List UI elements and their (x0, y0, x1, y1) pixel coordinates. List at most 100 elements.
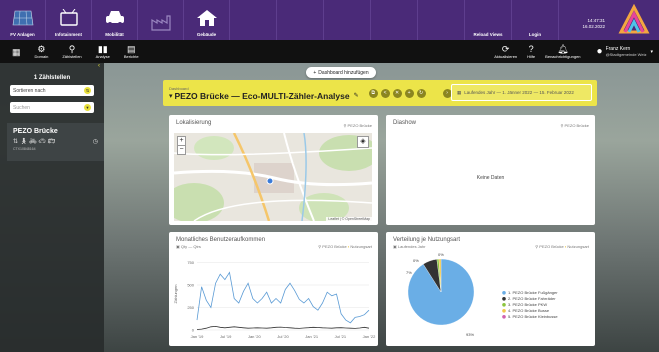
domain-button[interactable]: ⚙ Domain (35, 44, 49, 59)
clock-icon: ◷ (92, 139, 98, 145)
clock-date: 16.02.2022 (582, 24, 605, 29)
toolbar-label: Benachrichtigungen (545, 54, 581, 59)
monthly-chart-panel: Monatliches Benutzeraufkommen ▣ Qty — Qt… (169, 232, 378, 346)
login-button[interactable]: Login (512, 0, 559, 40)
nav-gebaeude[interactable]: Gebäude (184, 0, 230, 40)
map-attribution: Leaflet | © OpenStreetMap (326, 217, 372, 221)
add-widget-icon[interactable]: + (404, 88, 414, 98)
legend-label: 1. PEZO Brücke Fußgänger (508, 290, 558, 295)
panel-title: Diashow (393, 120, 417, 126)
nav-industrie[interactable] (138, 0, 184, 40)
search-placeholder: Suchen (13, 104, 30, 111)
bell-icon: 🔔︎ (557, 44, 569, 54)
dashboard-tools: ⧉ < ✕ + ↻ › (368, 88, 455, 98)
nav-cell (230, 0, 277, 40)
pie-label: 7% (406, 270, 412, 275)
copy-icon[interactable]: ⧉ (368, 88, 378, 98)
user-menu[interactable]: ● Franz Kern @Stadtgemeinde Weiz ▾ (597, 46, 653, 57)
document-icon: ▤ (126, 44, 136, 54)
diashow-panel: Diashow ⚲ PEZO Brücke Keine Daten (386, 115, 595, 225)
zoom-out-button[interactable]: − (178, 145, 185, 154)
top-nav: FV Anlagen Infotainment Mobilität Gebäud… (0, 0, 659, 40)
panel-tag-text: PEZO Brücke (322, 244, 347, 249)
help-button[interactable]: ? Hilfe (527, 44, 535, 59)
panel-tag: ⚲ PEZO Brücke (343, 123, 373, 128)
toolbar-label: Hilfe (527, 54, 536, 59)
delete-icon[interactable]: ✕ (392, 88, 402, 98)
pie-label: 0% (438, 252, 444, 257)
x-tick-label: Jan '19 (191, 334, 205, 339)
counter-card[interactable]: PEZO Brücke ⇅ 🚶︎ 🚲︎ 🚗︎ 🚌︎ ◷ CTX10848164 (7, 123, 104, 161)
zoom-in-button[interactable]: + (178, 137, 185, 145)
panel-tag-text: PEZO Brücke (539, 244, 564, 249)
mode-icons: ⇅ 🚶︎ 🚲︎ 🚗︎ 🚌︎ (13, 139, 56, 145)
toolbar-label: Aktualisieren (494, 54, 518, 59)
reload-views-button[interactable]: Reload Views (465, 0, 512, 40)
x-tick-label: Jul '19 (220, 334, 232, 339)
legend-swatch (502, 297, 506, 301)
legend-swatch (502, 303, 506, 307)
notifications-button[interactable]: 🔔︎ Benachrichtigungen (545, 44, 580, 59)
apps-button[interactable]: ▦ (12, 47, 21, 57)
sort-icon: ⇅ (84, 87, 91, 94)
share-icon[interactable]: < (380, 88, 390, 98)
search-input[interactable]: Suchen ▼ (10, 102, 94, 113)
berichte-button[interactable]: ▤ Berichte (124, 44, 139, 59)
layers-icon[interactable]: ◈ (357, 136, 369, 148)
chevron-down-icon[interactable]: ▾ (169, 92, 173, 100)
building-icon (196, 8, 218, 28)
series-line-2 (196, 325, 370, 330)
panel-tag: ⚲ PEZO Brücke ▪ Nutzungsart (318, 244, 372, 249)
refresh-icon: ⟳ (501, 44, 510, 54)
panel-tag: ⚲ PEZO Brücke (560, 123, 590, 128)
sidebar: ‹ 1 Zählstellen Sortieren nach ⇅ Suchen … (0, 63, 104, 352)
sidebar-title: 1 Zählstellen (33, 75, 71, 81)
apps-grid-icon: ▦ (12, 46, 21, 57)
legend-swatch (502, 315, 506, 319)
toolbar-label: Zählstellen (62, 54, 82, 59)
add-dashboard-button[interactable]: + Dashboard hinzufügen (306, 67, 376, 78)
panel-subtitle: ▣ Qty — Qtrs (176, 244, 201, 249)
legend-label: 2. PEZO Brücke Fahrräder (508, 296, 556, 301)
panel-title: Monatliches Benutzeraufkommen (176, 237, 266, 243)
line-chart: 0 250 500 750 Zählungen Jan '19 Jul '19 Jan '20… (173, 260, 376, 339)
nav-cell (418, 0, 465, 40)
car-icon (104, 8, 126, 28)
domain-icon: ⚙ (37, 44, 46, 54)
nav-spacer: Reload Views Login (230, 0, 561, 40)
map-view[interactable]: + − ◈ Leaflet | © OpenStreetMap (174, 133, 372, 221)
x-tick-label: Jul '20 (277, 334, 289, 339)
nav-infotainment[interactable]: Infotainment (46, 0, 92, 40)
zaehlstellen-button[interactable]: ⚲ Zählstellen (62, 44, 81, 59)
distribution-panel: Verteilung je Nutzungsart ▣ Laufendes Ja… (386, 232, 595, 346)
toolbar-label: Analyse (95, 54, 110, 59)
map-zoom-controls: + − (177, 136, 186, 155)
y-tick-label: 500 (187, 283, 194, 288)
panel-subtitle-text: Qty — Qtrs (180, 244, 201, 249)
chevron-down-icon: ▾ (650, 48, 653, 55)
plus-icon: + (313, 69, 317, 76)
date-range-picker[interactable]: ▦ Laufendes Jahr — 1. Jänner 2022 — 15. … (451, 84, 592, 101)
legend-label: 3. PEZO Brücke PKW (508, 302, 547, 307)
panel-tag-text: Nutzungsart (350, 244, 372, 249)
refresh-icon[interactable]: ↻ (416, 88, 426, 98)
empty-state: Keine Daten (476, 175, 505, 181)
refresh-button[interactable]: ⟳ Aktualisieren (494, 44, 517, 59)
user-avatar-icon: ● (596, 46, 603, 57)
calendar-icon: ▦ (457, 89, 462, 95)
counter-card-title: PEZO Brücke (13, 128, 58, 135)
sort-select[interactable]: Sortieren nach ⇅ (10, 85, 94, 96)
series-line-1 (196, 271, 370, 324)
nav-fv-anlagen[interactable]: FV Anlagen (0, 0, 46, 40)
analyse-button[interactable]: ▮▮ Analyse (96, 44, 110, 59)
y-tick-label: 250 (187, 305, 194, 310)
filter-icon[interactable]: ▼ (84, 104, 91, 111)
solar-panel-icon (12, 8, 34, 28)
sort-label: Sortieren nach (13, 87, 46, 94)
panel-tag-text: PEZO Brücke (347, 123, 372, 128)
nav-mobilitaet[interactable]: Mobilität (92, 0, 138, 40)
collapse-sidebar-icon[interactable]: ‹ (98, 63, 100, 69)
edit-icon[interactable]: ✎ (354, 92, 359, 99)
nav-cell (371, 0, 418, 40)
panel-tag-text: Nutzungsart (567, 244, 589, 249)
